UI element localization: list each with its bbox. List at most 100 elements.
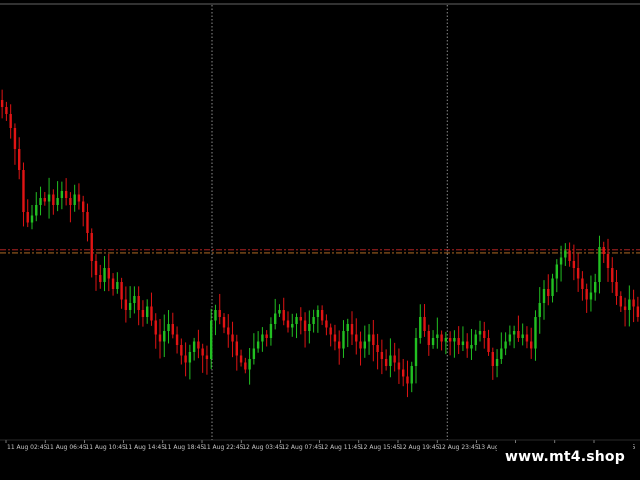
candle-body (205, 355, 209, 359)
candle-body (77, 194, 81, 202)
candle-body (538, 303, 541, 317)
candle-body (598, 247, 601, 282)
candle-body (175, 334, 179, 345)
candle-body (576, 268, 580, 279)
candle-body (402, 369, 405, 377)
candle-body (333, 334, 337, 342)
candle-body (90, 233, 93, 261)
candle-body (252, 348, 256, 359)
candle-body (291, 324, 294, 328)
candle-body (367, 334, 371, 342)
candle-body (512, 331, 516, 335)
candle-body (56, 198, 59, 205)
candle-body (487, 338, 490, 352)
candle-body (171, 324, 174, 335)
candle-body (141, 310, 145, 317)
candle-body (461, 341, 465, 345)
candle-body (320, 310, 324, 321)
candle-body (0, 100, 4, 107)
candle-body (457, 338, 460, 345)
candle-body (568, 250, 571, 261)
candle-body (393, 355, 396, 363)
candle-body (214, 310, 217, 321)
candle-body (581, 278, 584, 289)
candle-body (372, 334, 375, 345)
candle-body (286, 320, 290, 328)
candle-body (483, 331, 486, 338)
watermark: www.mt4.shop (497, 444, 633, 470)
candle-body (239, 355, 243, 363)
candle-body (444, 338, 448, 342)
candle-body (636, 306, 640, 317)
candle-body (355, 334, 358, 342)
candle-body (308, 324, 311, 331)
candle-body (359, 341, 362, 349)
time-tick-label: 11 Aug 02:45 (7, 444, 48, 451)
candle-body (623, 306, 627, 310)
candle-body (73, 194, 76, 205)
candle-body (564, 250, 567, 258)
candle-body (124, 299, 128, 310)
candle-body (133, 296, 136, 303)
candle-body (201, 348, 204, 356)
time-tick-label: 12 Aug 07:45 (281, 444, 322, 451)
candle-body (474, 334, 477, 345)
candle-body (384, 359, 388, 366)
candle-body (265, 334, 268, 338)
candle-body (338, 341, 341, 349)
candle-body (180, 345, 183, 356)
candle-body (572, 261, 576, 268)
candle-body (397, 362, 401, 370)
candle-body (35, 205, 38, 216)
candle-body (69, 198, 72, 205)
candle-body (555, 264, 558, 279)
candle-body (346, 324, 349, 331)
candle-body (530, 341, 533, 349)
candle-body (278, 310, 281, 314)
candle-body (244, 362, 247, 370)
candle-body (453, 338, 456, 342)
candle-body (389, 355, 392, 366)
candle-body (329, 327, 332, 335)
candle-body (534, 317, 537, 349)
candle-body (210, 320, 213, 359)
candle-body (167, 324, 170, 331)
candle-body (325, 320, 328, 328)
candle-body (466, 341, 469, 349)
candle-body (376, 345, 379, 352)
candle-body (632, 299, 635, 307)
candle-body (594, 282, 597, 293)
candle-body (107, 268, 110, 279)
candle-body (227, 327, 230, 335)
candle-body (64, 191, 68, 198)
candle-body (30, 215, 34, 223)
candle-body (559, 257, 563, 265)
candle-body (611, 268, 614, 282)
candle-body (235, 341, 238, 356)
candle-body (350, 324, 354, 335)
time-tick-label: 12 Aug 19:45 (399, 444, 440, 451)
candle-body (18, 149, 21, 170)
time-tick-label: 12 Aug 03:45 (242, 444, 283, 451)
candle-body (188, 352, 192, 363)
candle-body (316, 310, 320, 317)
candle-body (380, 352, 384, 359)
candle-body (137, 296, 140, 310)
candle-body (478, 331, 482, 335)
candle-body (269, 324, 273, 338)
candle-body (436, 334, 439, 338)
candle-body (628, 299, 631, 310)
chart-background (0, 0, 640, 480)
candle-body (184, 355, 187, 363)
candle-body (256, 341, 260, 349)
candle-body (606, 254, 610, 268)
time-tick-label: 11 Aug 10:45 (85, 444, 126, 451)
candle-body (419, 317, 422, 338)
candle-body (295, 317, 298, 324)
candle-body (508, 334, 512, 342)
candlestick-chart[interactable]: 11 Aug 02:4511 Aug 06:4511 Aug 10:4511 A… (0, 0, 640, 480)
candle-body (414, 338, 418, 366)
candle-body (111, 278, 115, 289)
candle-body (13, 128, 17, 149)
candle-body (299, 317, 302, 321)
